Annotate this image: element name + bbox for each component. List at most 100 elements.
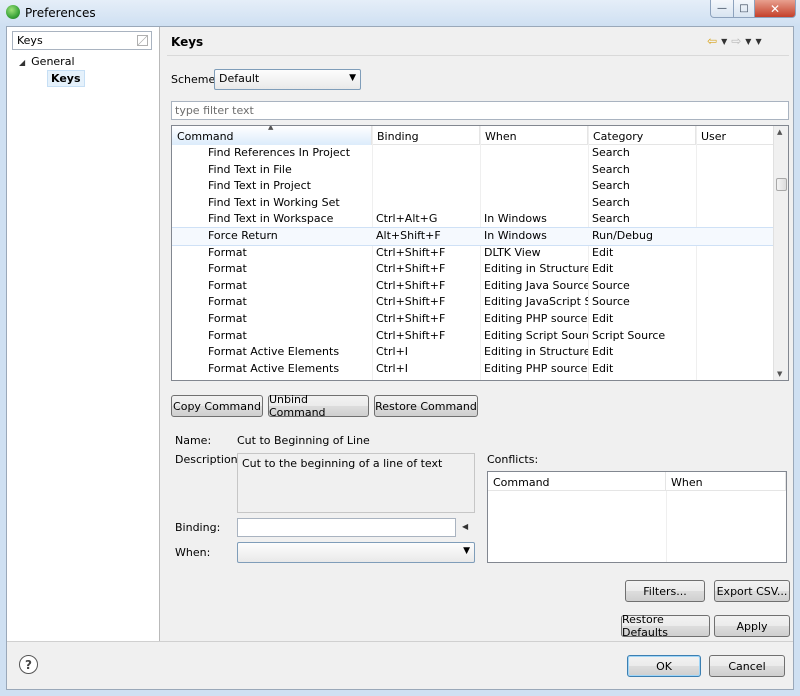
command-cell: Format xyxy=(208,278,247,292)
conflicts-column-when[interactable]: When xyxy=(666,472,786,491)
table-row[interactable]: Find Text in Workspace Ctrl+Alt+G In Windo… xyxy=(172,211,774,228)
view-menu-icon[interactable]: ▼ xyxy=(755,37,761,46)
filters-button[interactable]: Filters... xyxy=(625,580,705,602)
column-header-user-label: User xyxy=(701,130,727,143)
when-cell: Editing in Structure... xyxy=(484,345,588,359)
column-header-category[interactable]: Category xyxy=(588,126,696,145)
chevron-down-icon: ▼ xyxy=(349,73,356,83)
tree-filter-input[interactable]: Keys xyxy=(12,31,152,50)
table-row[interactable]: Find References In Project Search xyxy=(172,145,774,162)
table-row[interactable]: Format Ctrl+Shift+F Editing in Structure..… xyxy=(172,261,774,278)
binding-cell: Ctrl+Shift+F xyxy=(376,245,446,259)
commands-table-body: Find References In Project Search Find Tex… xyxy=(172,145,775,378)
when-cell: In Windows xyxy=(484,212,547,226)
table-row[interactable]: Find Text in File Search xyxy=(172,162,774,179)
filters-label: Filters... xyxy=(643,584,687,598)
copy-command-button[interactable]: Copy Command xyxy=(171,395,263,417)
when-select[interactable]: ▼ xyxy=(237,542,475,563)
category-cell: Search xyxy=(592,195,630,209)
help-icon[interactable]: ? xyxy=(19,655,38,674)
command-cell: Find Text in File xyxy=(208,162,292,176)
preference-tree-panel: Keys ◢ General Keys xyxy=(7,27,160,641)
sort-ascending-icon: ▲ xyxy=(268,125,274,131)
chevron-down-icon: ▼ xyxy=(463,546,470,556)
when-cell: Editing Script Source xyxy=(484,328,588,342)
category-cell: Edit xyxy=(592,311,614,325)
conflicts-label: Conflicts: xyxy=(487,453,539,466)
export-csv-button[interactable]: Export CSV... xyxy=(714,580,790,602)
table-row[interactable]: Format Ctrl+Shift+F Editing JavaScript S..… xyxy=(172,294,774,311)
tree-item-keys[interactable]: Keys xyxy=(47,70,85,87)
command-filter-input[interactable]: type filter text xyxy=(171,101,789,120)
restore-command-label: Restore Command xyxy=(375,399,477,413)
binding-cell: Ctrl+Shift+F xyxy=(376,295,446,309)
command-cell: Find Text in Workspace xyxy=(208,212,334,226)
ok-button[interactable]: OK xyxy=(627,655,701,677)
table-row[interactable]: Find Text in Working Set Search xyxy=(172,195,774,212)
scrollbar-thumb[interactable] xyxy=(776,178,787,191)
command-cell: Find Text in Project xyxy=(208,179,311,193)
apply-button[interactable]: Apply xyxy=(714,615,790,637)
binding-input[interactable] xyxy=(237,518,456,537)
back-arrow-icon[interactable]: ⇦ xyxy=(707,34,717,48)
table-row[interactable]: Force Return Alt+Shift+F In Windows Run/Deb… xyxy=(172,226,775,246)
commands-vertical-scrollbar[interactable]: ▲ ▼ xyxy=(773,126,788,380)
forward-arrow-icon[interactable]: ⇨ xyxy=(731,34,741,48)
table-row[interactable]: Format Active Elements Ctrl+I Editing PHP … xyxy=(172,361,774,378)
category-cell: Search xyxy=(592,179,630,193)
eclipse-app-icon xyxy=(6,5,20,19)
back-dropdown-icon[interactable]: ▼ xyxy=(721,37,727,46)
restore-command-button[interactable]: Restore Command xyxy=(374,395,478,417)
scroll-up-icon[interactable]: ▲ xyxy=(777,128,782,136)
table-row[interactable]: Format Ctrl+Shift+F DLTK View Edit xyxy=(172,245,774,262)
binding-cell: Ctrl+Shift+F xyxy=(376,311,446,325)
category-cell: Source xyxy=(592,295,630,309)
category-cell: Source xyxy=(592,278,630,292)
maximize-button[interactable]: □ xyxy=(733,0,755,18)
column-header-user[interactable]: User xyxy=(696,126,774,145)
keys-preference-page: Keys ⇦ ▼ ⇨ ▼ ▼ Scheme: Default ▼ type fi… xyxy=(161,27,793,641)
expand-triangle-icon[interactable]: ◢ xyxy=(19,58,25,67)
unbind-command-button[interactable]: Unbind Command xyxy=(268,393,369,419)
table-row[interactable]: Find Text in Project Search xyxy=(172,178,774,195)
scroll-down-icon[interactable]: ▼ xyxy=(777,370,782,378)
table-row[interactable]: Format Ctrl+Shift+F Editing PHP source Edit xyxy=(172,311,774,328)
command-filter-placeholder: type filter text xyxy=(175,104,254,117)
conflicts-table[interactable]: Command When xyxy=(487,471,787,563)
forward-dropdown-icon[interactable]: ▼ xyxy=(745,37,751,46)
category-cell: Search xyxy=(592,146,630,159)
unbind-command-label: Unbind Command xyxy=(269,393,326,419)
tree-item-general[interactable]: ◢ General xyxy=(19,55,75,68)
column-header-when[interactable]: When xyxy=(480,126,588,145)
scheme-select[interactable]: Default ▼ xyxy=(214,69,361,90)
ok-label: OK xyxy=(656,659,672,673)
table-row[interactable]: Format Active Elements Ctrl+I Editing in S… xyxy=(172,344,774,361)
name-label: Name: xyxy=(175,434,212,447)
commands-table[interactable]: ▲ Command Binding When Category User Fin… xyxy=(171,125,789,381)
restore-defaults-button[interactable]: Restore Defaults xyxy=(621,613,710,639)
minimize-button[interactable]: — xyxy=(710,0,734,18)
maximize-icon: □ xyxy=(739,3,749,14)
conflicts-column-command[interactable]: Command xyxy=(488,472,666,491)
cancel-label: Cancel xyxy=(728,659,766,673)
cancel-button[interactable]: Cancel xyxy=(709,655,785,677)
command-cell: Format xyxy=(208,311,247,325)
when-cell: Editing PHP source xyxy=(484,361,588,375)
column-header-command[interactable]: ▲ Command xyxy=(172,126,372,145)
command-cell: Format xyxy=(208,245,247,259)
command-cell: Format xyxy=(208,262,247,276)
binding-cell: Alt+Shift+F xyxy=(376,228,441,242)
column-header-binding[interactable]: Binding xyxy=(372,126,480,145)
binding-cell: Ctrl+I xyxy=(376,345,409,359)
table-row[interactable]: Format Ctrl+Shift+F Editing Java Source Sou… xyxy=(172,278,774,295)
footer-separator xyxy=(7,641,793,642)
dialog-client-area: Keys ◢ General Keys Keys ⇦ ▼ ⇨ ▼ ▼ Scheme… xyxy=(6,26,794,690)
command-cell: Force Return xyxy=(208,228,278,242)
when-cell: Editing PHP source xyxy=(484,311,588,325)
table-row[interactable]: Format Ctrl+Shift+F Editing Script Source S… xyxy=(172,328,774,345)
binding-menu-arrow-icon[interactable]: ◀ xyxy=(462,522,468,531)
clear-filter-icon[interactable] xyxy=(137,35,148,46)
category-cell: Script Source xyxy=(592,328,666,342)
description-label: Description: xyxy=(175,453,242,466)
close-button[interactable]: ✕ xyxy=(754,0,796,18)
